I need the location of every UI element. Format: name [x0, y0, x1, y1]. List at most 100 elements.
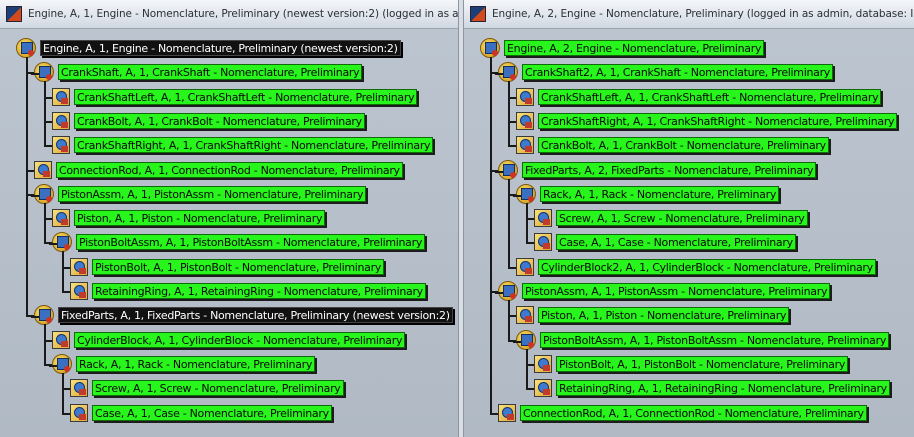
tree-node-label[interactable]: PistonBolt, A, 1, PistonBolt - Nomenclat…: [556, 355, 849, 372]
collapse-minus-icon[interactable]: [31, 316, 39, 319]
tree-node[interactable]: CylinderBlock, A, 1, CylinderBlock - Nom…: [52, 329, 406, 351]
tree-node[interactable]: Screw, A, 1, Screw - Nomenclature, Preli…: [534, 207, 808, 229]
part-icon: [534, 209, 552, 228]
tree-node-label[interactable]: CrankBolt, A, 1, CrankBolt - Nomenclatur…: [538, 137, 829, 154]
catia-app-icon: [470, 6, 486, 22]
tree-node-label[interactable]: RetainingRing, A, 1, RetainingRing - Nom…: [92, 283, 426, 299]
assembly-icon: [52, 353, 72, 374]
tree-node-label[interactable]: PistonBoltAssm, A, 1, PistonBoltAssm - N…: [540, 331, 890, 348]
tree-node[interactable]: Case, A, 1, Case - Nomenclature, Prelimi…: [70, 402, 332, 424]
collapse-minus-icon[interactable]: [495, 292, 503, 294]
tree-node-label[interactable]: RetainingRing, A, 1, RetainingRing - Nom…: [556, 380, 890, 397]
tree-node-label[interactable]: PistonBolt, A, 1, PistonBolt - Nomenclat…: [92, 258, 385, 275]
right-window-title: Engine, A, 2, Engine - Nomenclature, Pre…: [492, 8, 914, 20]
tree-node-label[interactable]: CrankBolt, A, 1, CrankBolt - Nomenclatur…: [74, 112, 365, 129]
tree-node-label[interactable]: PistonBoltAssm, A, 1, PistonBoltAssm - N…: [76, 234, 426, 251]
tree-connector: [62, 372, 64, 414]
assembly-icon: [52, 232, 72, 253]
tree-node-label[interactable]: Engine, A, 1, Engine - Nomenclature, Pre…: [40, 40, 401, 56]
tree-node[interactable]: PistonBolt, A, 1, PistonBolt - Nomenclat…: [534, 353, 849, 375]
tree-node-label[interactable]: Screw, A, 1, Screw - Nomenclature, Preli…: [556, 210, 808, 227]
tree-node[interactable]: CrankShaft, A, 1, CrankShaft - Nomenclat…: [34, 61, 363, 83]
part-icon: [52, 111, 70, 130]
tree-node-label[interactable]: CrankShaftRight, A, 1, CrankShaftRight -…: [538, 112, 898, 129]
tree-node[interactable]: Rack, A, 1, Rack - Nomenclature, Prelimi…: [516, 183, 780, 205]
tree-node[interactable]: FixedParts, A, 1, FixedParts - Nomenclat…: [34, 304, 453, 326]
left-window-titlebar[interactable]: Engine, A, 1, Engine - Nomenclature, Pre…: [0, 0, 458, 29]
tree-node[interactable]: RetainingRing, A, 1, RetainingRing - Nom…: [70, 280, 426, 302]
part-icon: [534, 233, 552, 252]
tree-connector: [526, 202, 528, 244]
tree-node-label[interactable]: ConnectionRod, A, 1, ConnectionRod - Nom…: [520, 404, 867, 421]
tree-connector: [44, 202, 46, 244]
tree-node[interactable]: RetainingRing, A, 1, RetainingRing - Nom…: [534, 377, 890, 399]
tree-node-label[interactable]: Piston, A, 1, Piston - Nomenclature, Pre…: [538, 307, 790, 324]
collapse-minus-icon[interactable]: [49, 243, 57, 246]
tree-node[interactable]: CrankShaftRight, A, 1, CrankShaftRight -…: [516, 110, 898, 132]
collapse-minus-icon[interactable]: [495, 170, 503, 173]
collapse-minus-icon[interactable]: [513, 194, 521, 197]
assembly-icon: [34, 183, 54, 204]
tree-node-label[interactable]: PistonAssm, A, 1, PistonAssm - Nomenclat…: [522, 283, 831, 299]
tree-node-label[interactable]: CrankShaftLeft, A, 1, CrankShaftLeft - N…: [538, 88, 882, 105]
tree-node[interactable]: CrankBolt, A, 1, CrankBolt - Nomenclatur…: [52, 110, 365, 132]
tree-node-label[interactable]: CrankShaft2, A, 1, CrankShaft - Nomencla…: [522, 64, 834, 81]
part-icon: [516, 111, 534, 130]
tree-node-label[interactable]: CylinderBlock2, A, 1, CylinderBlock - No…: [538, 258, 876, 275]
left-window-title: Engine, A, 1, Engine - Nomenclature, Pre…: [28, 8, 458, 20]
part-icon: [498, 403, 516, 422]
part-icon: [70, 403, 88, 422]
part-icon: [516, 257, 534, 276]
tree-node[interactable]: Engine, A, 2, Engine - Nomenclature, Pre…: [480, 37, 765, 59]
assembly-icon: [516, 183, 536, 204]
collapse-minus-icon[interactable]: [513, 340, 521, 343]
tree-node-label[interactable]: CrankShaftRight, A, 1, CrankShaftRight -…: [74, 137, 434, 154]
part-icon: [70, 282, 88, 300]
collapse-minus-icon[interactable]: [49, 364, 57, 367]
tree-node-label[interactable]: ConnectionRod, A, 1, ConnectionRod - Nom…: [56, 161, 403, 178]
tree-node[interactable]: Case, A, 1, Case - Nomenclature, Prelimi…: [534, 231, 796, 253]
tree-node-label[interactable]: CrankShaftLeft, A, 1, CrankShaftLeft - N…: [74, 88, 418, 105]
tree-node-label[interactable]: Rack, A, 1, Rack - Nomenclature, Prelimi…: [540, 185, 780, 202]
tree-connector: [62, 251, 64, 292]
part-icon: [534, 379, 552, 398]
part-icon: [516, 306, 534, 325]
part-icon: [516, 136, 534, 155]
collapse-minus-icon[interactable]: [31, 73, 39, 76]
tree-node[interactable]: Piston, A, 1, Piston - Nomenclature, Pre…: [516, 304, 790, 326]
tree-node[interactable]: PistonBoltAssm, A, 1, PistonBoltAssm - N…: [516, 329, 890, 351]
tree-node[interactable]: PistonAssm, A, 1, PistonAssm - Nomenclat…: [498, 280, 831, 302]
tree-node-label[interactable]: CylinderBlock, A, 1, CylinderBlock - Nom…: [74, 331, 406, 348]
tree-node[interactable]: Screw, A, 1, Screw - Nomenclature, Preli…: [70, 377, 344, 399]
collapse-minus-icon[interactable]: [495, 73, 503, 76]
tree-node-label[interactable]: Rack, A, 1, Rack - Nomenclature, Prelimi…: [76, 355, 316, 372]
tree-node-label[interactable]: Engine, A, 2, Engine - Nomenclature, Pre…: [504, 40, 765, 56]
tree-node[interactable]: CylinderBlock2, A, 1, CylinderBlock - No…: [516, 256, 876, 278]
tree-node[interactable]: Piston, A, 1, Piston - Nomenclature, Pre…: [52, 207, 326, 229]
tree-node-label[interactable]: Case, A, 1, Case - Nomenclature, Prelimi…: [92, 404, 332, 421]
tree-node[interactable]: PistonBolt, A, 1, PistonBolt - Nomenclat…: [70, 256, 385, 278]
tree-node[interactable]: FixedParts, A, 2, FixedParts - Nomenclat…: [498, 159, 817, 181]
tree-node[interactable]: CrankShaftLeft, A, 1, CrankShaftLeft - N…: [516, 86, 882, 108]
tree-node[interactable]: Engine, A, 1, Engine - Nomenclature, Pre…: [16, 37, 401, 59]
tree-node[interactable]: CrankShaftLeft, A, 1, CrankShaftLeft - N…: [52, 86, 418, 108]
tree-node[interactable]: PistonAssm, A, 1, PistonAssm - Nomenclat…: [34, 183, 367, 205]
tree-node[interactable]: CrankShaft2, A, 1, CrankShaft - Nomencla…: [498, 61, 834, 83]
tree-node[interactable]: PistonBoltAssm, A, 1, PistonBoltAssm - N…: [52, 231, 426, 253]
left-tree-window: Engine, A, 1, Engine - Nomenclature, Pre…: [0, 0, 459, 437]
tree-node-label[interactable]: FixedParts, A, 2, FixedParts - Nomenclat…: [522, 161, 817, 178]
tree-node-label[interactable]: PistonAssm, A, 1, PistonAssm - Nomenclat…: [58, 185, 367, 202]
tree-node[interactable]: ConnectionRod, A, 1, ConnectionRod - Nom…: [34, 159, 403, 181]
right-window-titlebar[interactable]: Engine, A, 2, Engine - Nomenclature, Pre…: [464, 0, 914, 29]
collapse-minus-icon[interactable]: [31, 194, 39, 197]
tree-node-label[interactable]: Screw, A, 1, Screw - Nomenclature, Preli…: [92, 380, 344, 397]
tree-node-label[interactable]: Case, A, 1, Case - Nomenclature, Prelimi…: [556, 234, 796, 251]
tree-node-label[interactable]: FixedParts, A, 1, FixedParts - Nomenclat…: [58, 307, 453, 324]
tree-node[interactable]: CrankBolt, A, 1, CrankBolt - Nomenclatur…: [516, 134, 829, 156]
tree-node[interactable]: ConnectionRod, A, 1, ConnectionRod - Nom…: [498, 402, 867, 424]
tree-node[interactable]: CrankShaftRight, A, 1, CrankShaftRight -…: [52, 134, 434, 156]
tree-node-label[interactable]: CrankShaft, A, 1, CrankShaft - Nomenclat…: [58, 64, 363, 81]
tree-node[interactable]: Rack, A, 1, Rack - Nomenclature, Prelimi…: [52, 353, 316, 375]
tree-node-label[interactable]: Piston, A, 1, Piston - Nomenclature, Pre…: [74, 210, 326, 227]
tree-connector: [526, 348, 528, 390]
